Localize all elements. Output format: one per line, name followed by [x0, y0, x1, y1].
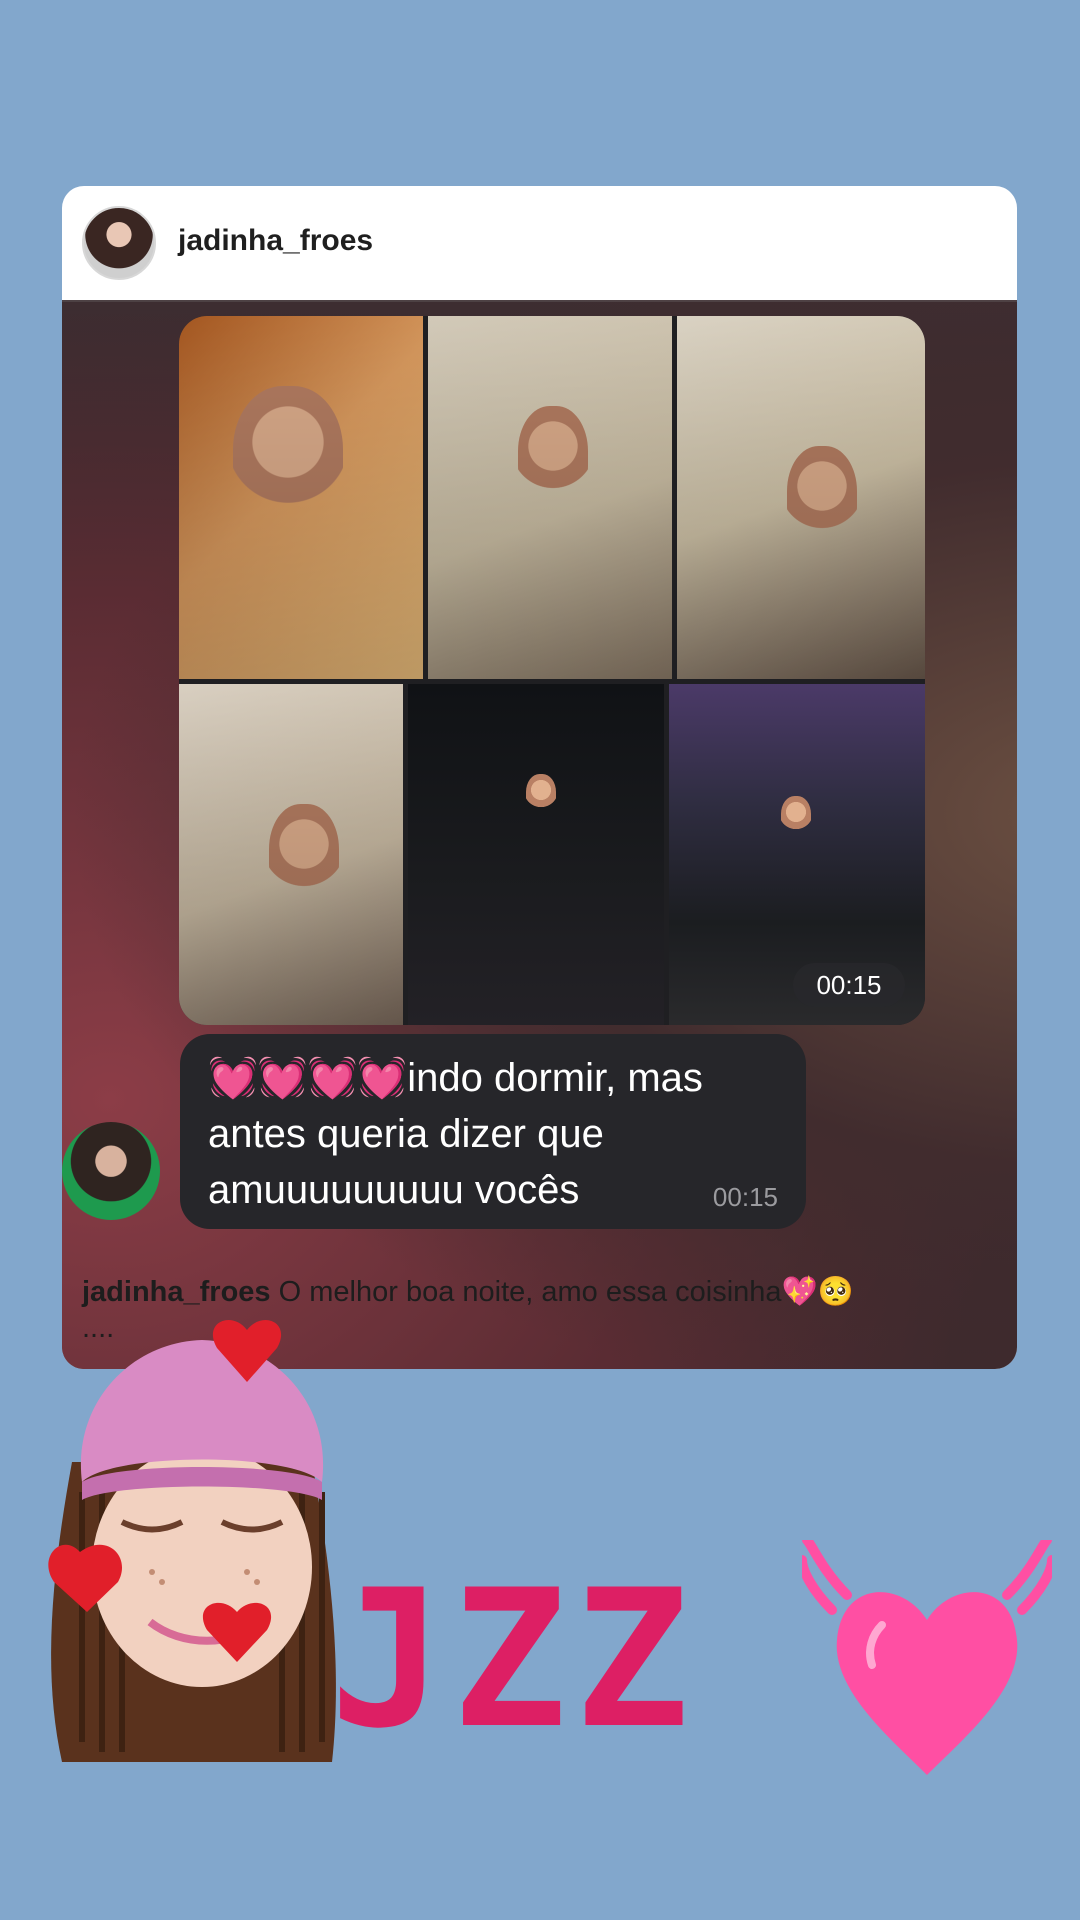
- memoji-sticker: [48, 1319, 336, 1762]
- message-emoji: 💓💓💓💓: [208, 1056, 408, 1100]
- post-header: jadinha_froes: [62, 186, 1017, 300]
- collage-photo-1: [179, 316, 423, 679]
- post-media[interactable]: 00:15 💓💓💓💓indo dormir, mas antes queria …: [62, 300, 1017, 1369]
- media-divider: [62, 300, 1017, 302]
- profile-avatar[interactable]: [82, 206, 156, 280]
- collage-photo-4: [179, 684, 403, 1025]
- post-username[interactable]: jadinha_froes: [178, 224, 373, 258]
- photo-collage: 00:15: [179, 316, 925, 1025]
- video-duration: 00:15: [793, 963, 905, 1007]
- collage-photo-2: [428, 316, 672, 679]
- sticker-text-jzz: JZZ: [330, 1549, 698, 1770]
- collage-photo-5: [408, 684, 664, 1025]
- message-text: 💓💓💓💓indo dormir, mas antes queria dizer …: [208, 1050, 768, 1218]
- growing-heart-icon: [802, 1540, 1052, 1775]
- caption-username[interactable]: jadinha_froes: [82, 1276, 271, 1308]
- caption-text: O melhor boa noite, amo essa coisinha💖🥺: [278, 1276, 854, 1308]
- message-avatar: [62, 1122, 160, 1220]
- collage-video[interactable]: 00:15: [669, 684, 925, 1025]
- message-time: 00:15: [712, 1182, 778, 1212]
- instagram-post-card: jadinha_froes 00:15 💓💓💓💓indo dormir, mas…: [62, 186, 1017, 1369]
- collage-photo-3: [677, 316, 925, 679]
- message-bubble: 💓💓💓💓indo dormir, mas antes queria dizer …: [180, 1034, 806, 1229]
